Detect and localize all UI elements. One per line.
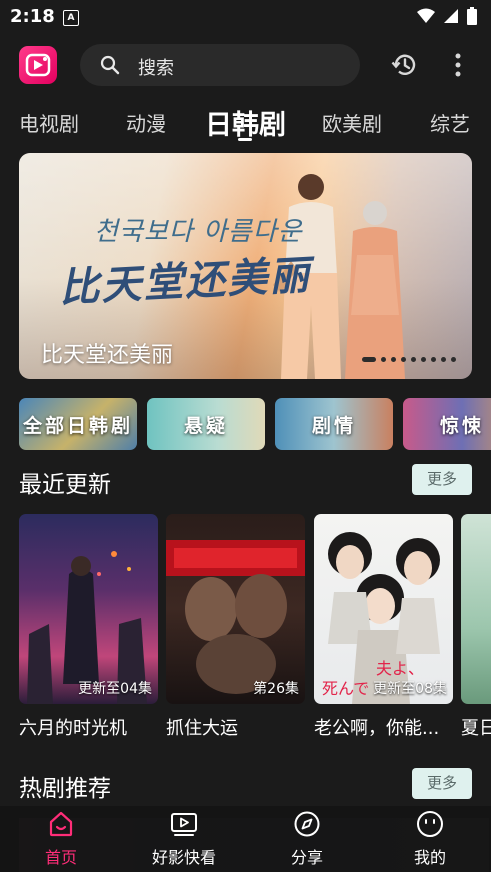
poster-episode-label: 更新至04集: [78, 681, 152, 697]
poster-card[interactable]: 更新至04集 六月的时光机: [19, 514, 158, 740]
nav-share-label: 分享: [290, 848, 323, 867]
banner-korean-art-text: 천국보다 아름다운: [94, 217, 303, 247]
hot-section-title: 热剧推荐: [19, 776, 111, 802]
app-logo[interactable]: [19, 46, 57, 84]
banner-dot[interactable]: [441, 357, 446, 362]
poster-art: 夫よ、 死んで: [322, 532, 440, 704]
genre-chip-suspense[interactable]: 悬疑: [147, 398, 265, 450]
nav-profile[interactable]: 我的: [385, 806, 475, 872]
status-time: 2:18: [10, 6, 55, 27]
search-placeholder: 搜索: [138, 58, 174, 79]
poster-title: 夏日: [461, 718, 491, 739]
banner-dot[interactable]: [421, 357, 426, 362]
video-play-icon: [171, 813, 197, 836]
recent-section-title: 最近更新: [19, 472, 111, 498]
app-screen: 2:18 A 搜索 电视剧 动漫 日韩剧 欧美剧 综艺 천국보다 아름다운 比天…: [0, 0, 491, 872]
tab-tv-series[interactable]: 电视剧: [19, 108, 79, 137]
banner-dot[interactable]: [391, 357, 396, 362]
genre-chip-label: 惊悚: [439, 414, 484, 437]
bottom-navigation: 首页 好影快看 分享 我的: [0, 806, 491, 872]
hot-more-button[interactable]: 更多: [412, 768, 472, 799]
poster-title: 老公啊，你能...: [314, 718, 440, 739]
banner-dot[interactable]: [381, 357, 386, 362]
banner-pagination: [362, 357, 456, 362]
compass-icon: [294, 811, 320, 837]
svg-text:死んで: 死んで: [322, 679, 369, 698]
poster-title: 抓住大运: [166, 718, 238, 739]
nav-profile-label: 我的: [413, 848, 446, 867]
genre-chip-label: 剧情: [311, 414, 356, 437]
category-tabs: 电视剧 动漫 日韩剧 欧美剧 综艺: [0, 100, 491, 144]
video-app-logo-icon: [25, 53, 51, 77]
nav-quick-watch[interactable]: 好影快看: [139, 806, 229, 872]
poster-image: 夫よ、 死んで 更新至08集: [314, 514, 453, 704]
poster-image: 更新至04集: [19, 514, 158, 704]
wifi-icon: [417, 8, 435, 23]
tab-variety[interactable]: 综艺: [430, 108, 470, 137]
tab-japanese-korean[interactable]: 日韩剧: [205, 103, 286, 142]
banner-woman-figure: [345, 201, 405, 379]
genre-chip-thriller[interactable]: 惊悚: [403, 398, 491, 450]
nav-home[interactable]: 首页: [16, 806, 106, 872]
banner-dot[interactable]: [401, 357, 406, 362]
poster-card[interactable]: 夏日: [461, 514, 491, 740]
poster-image: [461, 514, 491, 704]
svg-text:夫よ、: 夫よ、: [376, 659, 424, 678]
banner-dot-active[interactable]: [362, 357, 376, 362]
recent-poster-row: 更新至04集 六月的时光机 第26集 抓住大运 夫よ、 死んで 更新至08集 老…: [19, 514, 491, 744]
poster-episode-label: 第26集: [253, 681, 299, 697]
nav-home-label: 首页: [44, 848, 77, 867]
genre-chip-all[interactable]: 全部日韩剧: [19, 398, 137, 450]
poster-card[interactable]: 夫よ、 死んで 更新至08集 老公啊，你能...: [314, 514, 453, 740]
poster-image: 第26集: [166, 514, 305, 704]
nav-quick-watch-label: 好影快看: [151, 848, 216, 867]
profile-icon: [417, 811, 443, 837]
tab-western[interactable]: 欧美剧: [322, 108, 382, 137]
genre-chip-label: 全部日韩剧: [22, 414, 133, 437]
search-bar[interactable]: 搜索: [80, 44, 360, 86]
genre-chip-drama[interactable]: 剧情: [275, 398, 393, 450]
poster-title: 六月的时光机: [19, 718, 127, 739]
poster-art: [166, 540, 305, 694]
tab-anime[interactable]: 动漫: [126, 108, 166, 137]
banner-dot[interactable]: [411, 357, 416, 362]
notification-a-icon: A: [63, 10, 79, 26]
banner-title: 比天堂还美丽: [41, 343, 174, 368]
nav-share[interactable]: 分享: [262, 806, 352, 872]
poster-episode-label: 更新至08集: [373, 681, 447, 697]
poster-card[interactable]: 第26集 抓住大运: [166, 514, 305, 740]
recent-more-button[interactable]: 更多: [412, 464, 472, 495]
history-icon[interactable]: [391, 51, 419, 79]
banner-dot[interactable]: [431, 357, 436, 362]
poster-art: [27, 551, 147, 704]
genre-chip-label: 悬疑: [183, 414, 228, 437]
status-bar: 2:18 A: [0, 0, 491, 34]
battery-icon: [467, 7, 477, 25]
home-icon: [49, 811, 73, 837]
more-vert-icon[interactable]: [448, 51, 468, 79]
search-icon: [100, 55, 120, 75]
signal-icon: [444, 9, 458, 23]
featured-banner[interactable]: 천국보다 아름다운 比天堂还美丽 比天堂还美丽: [19, 153, 472, 379]
status-icons: [417, 7, 477, 25]
genre-chips: 全部日韩剧 悬疑 剧情 惊悚: [19, 398, 491, 450]
active-tab-indicator: [238, 138, 252, 141]
banner-dot[interactable]: [451, 357, 456, 362]
